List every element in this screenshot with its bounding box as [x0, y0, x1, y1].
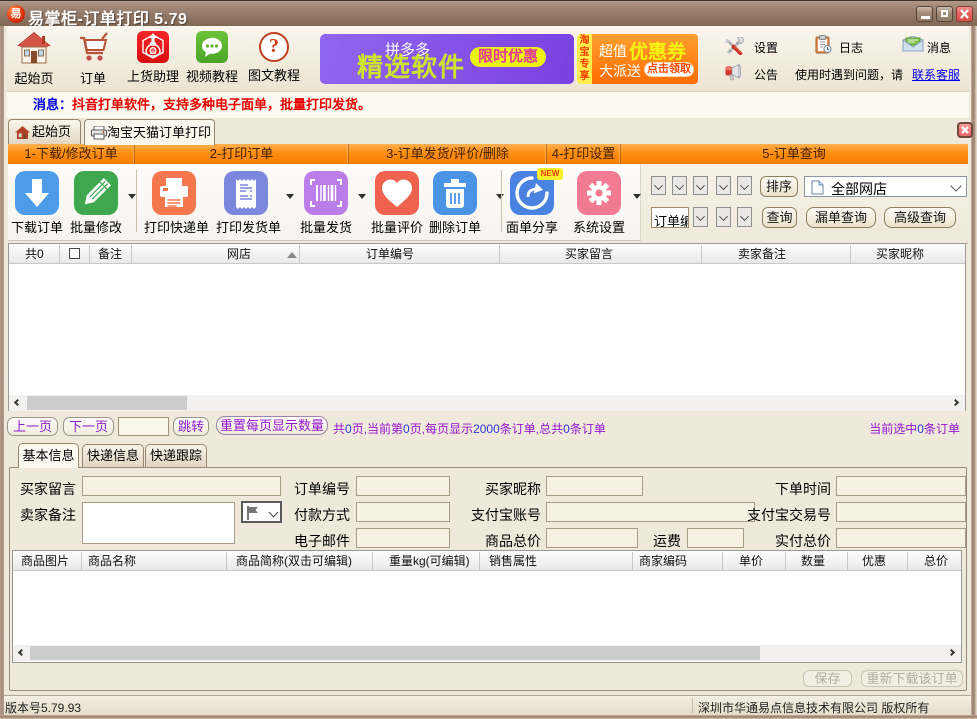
svg-text:圆: 圆	[150, 48, 157, 56]
